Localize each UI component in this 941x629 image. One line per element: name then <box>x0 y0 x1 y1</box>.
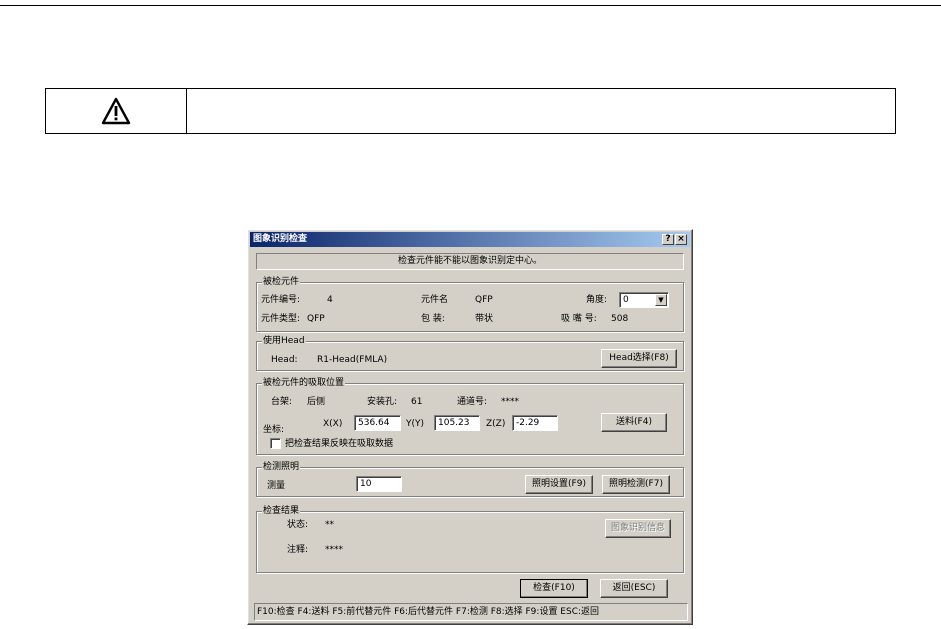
image-recognition-dialog: 图象识别检查 ? × 检查元件能不能以图象识别定中心。 被检元件 元件编号: 4… <box>247 229 693 625</box>
package-value: 带状 <box>475 314 494 324</box>
lane-value: **** <box>501 397 519 407</box>
hole-value: 61 <box>411 397 423 407</box>
inspected-part-title: 被检元件 <box>262 276 301 288</box>
message-bar: 检查元件能不能以图象识别定中心。 <box>256 253 684 270</box>
check-button[interactable]: 检查(F10) <box>520 579 588 598</box>
rack-label: 台架: <box>271 397 293 407</box>
warning-icon <box>101 97 131 125</box>
measure-label: 测量 <box>267 481 286 491</box>
image-info-button[interactable]: 图象识别信息 <box>605 519 671 538</box>
feed-button[interactable]: 送料(F4) <box>601 413 667 432</box>
inspected-part-group: 被检元件 元件编号: 4 元件名 QFP 角度: 0 ▼ 元件类型: QFP 包… <box>256 276 684 332</box>
light-test-button[interactable]: 照明检测(F7) <box>602 475 670 494</box>
part-name-label: 元件名 <box>421 295 449 305</box>
warning-icon-cell <box>46 89 187 133</box>
y-field[interactable]: 105.23 <box>434 415 480 431</box>
status-bar: F10:检查 F4:送料 F5:前代替元件 F6:后代替元件 F7:检测 F8:… <box>254 603 688 621</box>
angle-combo[interactable]: 0 ▼ <box>619 292 669 308</box>
package-label: 包 装: <box>421 314 445 324</box>
result-group: 检查结果 状态: ** 注释: **** 图象识别信息 <box>256 505 684 573</box>
nozzle-value: 508 <box>611 314 629 324</box>
head-select-button[interactable]: Head选择(F8) <box>601 349 677 368</box>
part-no-value: 4 <box>327 295 333 305</box>
angle-value: 0 <box>623 295 629 305</box>
hole-label: 安装孔: <box>367 397 398 407</box>
status-value: ** <box>325 520 334 530</box>
warning-text-cell <box>187 89 895 133</box>
nozzle-label: 吸 嘴 号: <box>561 314 597 324</box>
head-label: Head: <box>271 355 298 365</box>
head-group-title: 使用Head <box>262 335 306 347</box>
part-no-label: 元件编号: <box>261 295 301 305</box>
note-value: **** <box>325 545 343 555</box>
pick-position-group: 被检元件的吸取位置 台架: 后侧 安装孔: 61 通道号: **** 坐标: X… <box>256 377 684 455</box>
measure-field[interactable]: 10 <box>356 476 402 492</box>
head-value: R1-Head(FMLA) <box>317 355 388 365</box>
lighting-group: 检测照明 测量 10 照明设置(F9) 照明检测(F7) <box>256 461 684 497</box>
lane-label: 通道号: <box>457 397 488 407</box>
dialog-title: 图象识别检查 <box>253 234 308 244</box>
result-title: 检查结果 <box>262 505 301 517</box>
pick-position-title: 被检元件的吸取位置 <box>262 377 346 389</box>
return-button[interactable]: 返回(ESC) <box>600 579 668 598</box>
x-field[interactable]: 536.64 <box>354 415 401 431</box>
page-header-rule <box>0 5 941 6</box>
y-label: Y(Y) <box>406 419 425 429</box>
part-type-value: QFP <box>307 314 325 324</box>
z-label: Z(Z) <box>486 419 506 429</box>
chevron-down-icon[interactable]: ▼ <box>655 294 667 306</box>
status-label: 状态: <box>287 520 309 530</box>
x-label: X(X) <box>323 419 343 429</box>
part-name-value: QFP <box>475 295 493 305</box>
note-label: 注释: <box>287 545 309 555</box>
help-button[interactable]: ? <box>662 234 674 245</box>
reflect-checkbox[interactable] <box>270 438 281 449</box>
warning-table <box>45 88 896 134</box>
dialog-titlebar: 图象识别检查 ? × <box>250 232 690 247</box>
head-group: 使用Head Head: R1-Head(FMLA) Head选择(F8) <box>256 335 684 371</box>
angle-label: 角度: <box>586 295 608 305</box>
coord-label: 坐标: <box>263 425 285 435</box>
rack-value: 后侧 <box>307 397 326 407</box>
z-field[interactable]: -2.29 <box>512 415 558 431</box>
part-type-label: 元件类型: <box>261 314 301 324</box>
close-button[interactable]: × <box>675 234 687 245</box>
lighting-title: 检测照明 <box>262 461 301 473</box>
reflect-checkbox-label[interactable]: 把检查结果反映在吸取数据 <box>285 438 393 450</box>
light-settings-button[interactable]: 照明设置(F9) <box>525 475 593 494</box>
